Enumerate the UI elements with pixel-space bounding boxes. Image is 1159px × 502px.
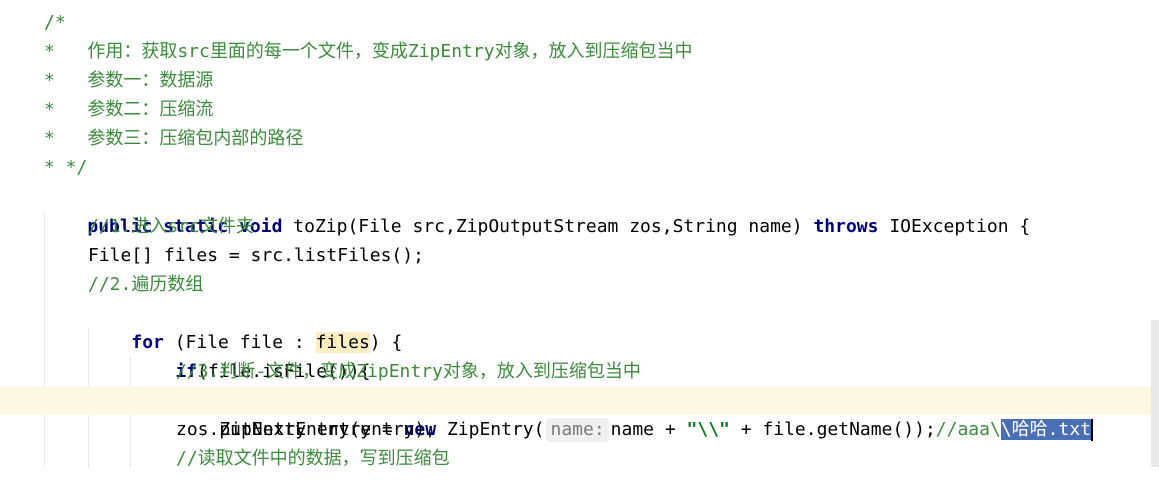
comment: //读取文件中的数据，写到压缩包 xyxy=(176,448,450,469)
code-text: File[] files = src.listFiles(); xyxy=(88,245,424,266)
current-code-line[interactable]: ZipEntry entry = new ZipEntry(name: name … xyxy=(0,386,1159,442)
code-line[interactable]: * */ xyxy=(0,153,1159,182)
code-line[interactable]: * 参数一：数据源 xyxy=(0,66,1159,95)
comment: * */ xyxy=(44,157,88,178)
comment: /* xyxy=(44,12,66,33)
code-line[interactable]: if(file.isFile()){ xyxy=(0,328,1159,382)
comment: * 参数一：数据源 xyxy=(44,70,214,91)
code-line[interactable]: //3.判断-文件，变成ZipEntry对象，放入到压缩包当中 xyxy=(0,357,1159,386)
code-line[interactable]: * 参数三：压缩包内部的路径 xyxy=(0,124,1159,153)
code-line[interactable]: /* xyxy=(0,8,1159,37)
vertical-scrollbar[interactable] xyxy=(1151,320,1159,467)
code-line[interactable]: public static void toZip(File src,ZipOut… xyxy=(0,183,1159,237)
code-line[interactable]: zos.putNextEntry(entry); xyxy=(0,415,1159,444)
code-line[interactable]: //2.遍历数组 xyxy=(0,270,1159,299)
code-line[interactable]: //1.进入src文件夹 xyxy=(0,212,1159,241)
code-line[interactable]: //读取文件中的数据，写到压缩包 xyxy=(0,444,1159,473)
code-line[interactable]: * 参数二：压缩流 xyxy=(0,95,1159,124)
comment: * 作用：获取src里面的每一个文件，变成ZipEntry对象，放入到压缩包当中 xyxy=(44,41,693,62)
comment: * 参数二：压缩流 xyxy=(44,99,214,120)
code-text: zos.putNextEntry(entry); xyxy=(176,419,437,440)
code-line[interactable]: * 作用：获取src里面的每一个文件，变成ZipEntry对象，放入到压缩包当中 xyxy=(0,37,1159,66)
code-line[interactable]: for (File file : files) { xyxy=(0,299,1159,353)
comment: //2.遍历数组 xyxy=(88,274,204,295)
comment: //1.进入src文件夹 xyxy=(88,216,254,237)
code-line[interactable]: File[] files = src.listFiles(); xyxy=(0,241,1159,270)
comment: * 参数三：压缩包内部的路径 xyxy=(44,128,304,149)
comment: //3.判断-文件，变成ZipEntry对象，放入到压缩包当中 xyxy=(176,361,641,382)
